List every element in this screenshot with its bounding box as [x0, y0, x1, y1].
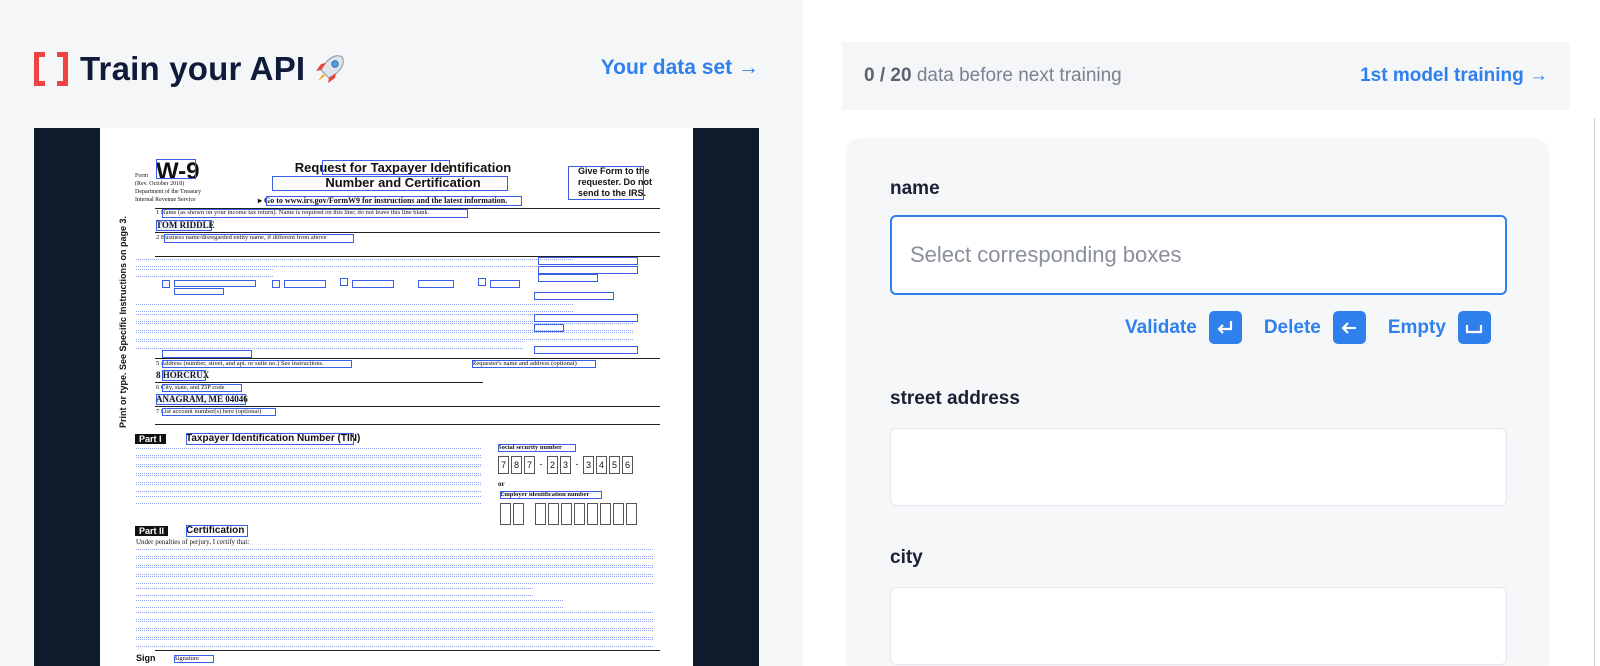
under-penalties: Under penalties of perjury, I certify th…: [136, 538, 250, 546]
progress-count-value: 0 / 20: [864, 65, 912, 86]
backspace-arrow-icon: [1332, 311, 1366, 344]
street-address-input[interactable]: [891, 429, 1506, 505]
ein-digit-box: [535, 503, 546, 525]
ein-digit-box: [626, 503, 637, 525]
enter-key-icon: [1208, 311, 1242, 344]
ssn-digit: 8: [511, 456, 522, 474]
name-field-label: name: [890, 178, 940, 199]
field-actions: Validate Delete Empty: [1125, 311, 1513, 344]
progress-count: 0 / 20 data before next training: [864, 65, 1122, 87]
ssn-digit: 6: [622, 456, 633, 474]
training-progress: 0 / 20 data before next training 1st mod…: [842, 42, 1570, 110]
document-viewer[interactable]: Form (Rev. October 2018) Department of t…: [34, 128, 759, 666]
ssn-digit: 7: [498, 456, 509, 474]
ssn-digit: 3: [560, 456, 571, 474]
ssn-digit: 7: [524, 456, 535, 474]
validate-label: Validate: [1125, 316, 1197, 338]
street-address-field[interactable]: [890, 428, 1507, 506]
delete-label: Delete: [1263, 316, 1321, 338]
part1-label: Part I: [135, 434, 166, 444]
ein-digit-box: [561, 503, 572, 525]
progress-count-suffix: data before next training: [916, 65, 1122, 86]
or-label: or: [498, 480, 505, 488]
ein-digit-box: [500, 503, 511, 525]
left-pane: Train your API Your data set → Form (Rev…: [0, 0, 803, 666]
ein-digit-box: [600, 503, 611, 525]
ein-digit-box: [574, 503, 585, 525]
delete-button[interactable]: Delete: [1264, 311, 1366, 344]
ein-digit-box: [613, 503, 624, 525]
ssn-digit: -: [575, 459, 579, 469]
part2-label: Part II: [135, 526, 169, 536]
fields-card: name Validate Delete Empty street addres…: [846, 138, 1549, 666]
ein-digit-box: [548, 503, 559, 525]
scrollbar[interactable]: [1594, 118, 1600, 666]
print-or-type-note: Print or type. See Specific Instructions…: [118, 215, 128, 428]
ssn-digit: 5: [609, 456, 620, 474]
city-field-label: city: [890, 547, 923, 568]
validate-button[interactable]: Validate: [1125, 311, 1242, 344]
ssn-digit: 3: [583, 456, 594, 474]
street-address-field-label: street address: [890, 388, 1020, 409]
brand: Train your API: [34, 50, 347, 88]
dataset-link[interactable]: Your data set →: [601, 56, 759, 80]
empty-label: Empty: [1387, 316, 1446, 338]
ssn-digit: -: [539, 459, 543, 469]
ssn-digit: 2: [547, 456, 558, 474]
ein-digit-box: [513, 503, 524, 525]
rocket-icon: [316, 55, 345, 83]
city-input[interactable]: [891, 588, 1506, 664]
ssn-digit: 4: [596, 456, 607, 474]
ein-digit-box: [587, 503, 598, 525]
model-training-link[interactable]: 1st model training →: [1360, 65, 1548, 87]
spacebar-icon: [1457, 311, 1491, 344]
name-field[interactable]: [890, 215, 1507, 295]
city-field[interactable]: [890, 587, 1507, 665]
sign-label: Sign: [136, 653, 156, 663]
logo-icon: [34, 52, 68, 86]
document-page: Form (Rev. October 2018) Department of t…: [100, 128, 693, 666]
name-input[interactable]: [892, 217, 1505, 293]
page-title: Train your API: [80, 50, 306, 87]
empty-button[interactable]: Empty: [1388, 311, 1491, 344]
